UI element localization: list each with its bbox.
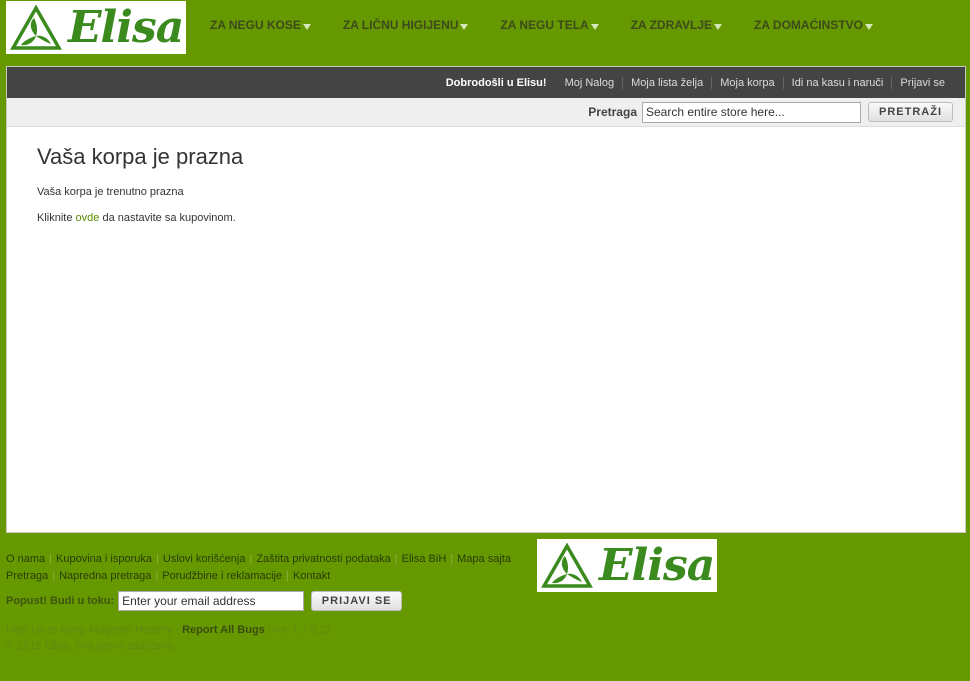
search-button[interactable]: PRETRAŽI <box>868 102 953 122</box>
search-input[interactable] <box>642 101 861 123</box>
continue-shopping-text: Kliknite ovde da nastavite sa kupovinom. <box>37 212 236 224</box>
footer-link-orders-returns[interactable]: Porudžbine i reklamacije <box>162 570 282 582</box>
nav-item-label: ZA LIČNU HIGIJENU <box>342 18 459 32</box>
nav-item-label: ZA NEGU TELA <box>500 18 589 32</box>
footer-links-row: Pretraga | Napredna pretraga | Porudžbine i … <box>6 570 331 582</box>
search-label: Pretraga <box>588 105 637 119</box>
main-panel: Dobrodošli u Elisu! Moj Nalog Moja lista… <box>6 66 966 533</box>
nav-item-body-care[interactable]: ZA NEGU TELA <box>500 18 600 32</box>
dropdown-arrow-icon <box>302 23 311 30</box>
footer-link-shipping[interactable]: Kupovina i isporuka <box>56 553 152 565</box>
continue-shopping-link[interactable]: ovde <box>76 212 100 224</box>
copyright: © 2015 Elisa. Sva prava zadržana. <box>6 640 176 652</box>
wishlist-link[interactable]: Moja lista želja <box>622 76 711 89</box>
dropdown-arrow-icon <box>460 23 469 30</box>
footer-link-advanced-search[interactable]: Napredna pretraga <box>59 570 151 582</box>
newsletter-label: Popust! Budi u toku: <box>6 595 115 607</box>
cart-content: Vaša korpa je prazna Vaša korpa je trenu… <box>7 127 965 255</box>
dropdown-arrow-icon <box>714 23 723 30</box>
dropdown-arrow-icon <box>590 23 599 30</box>
report-bugs-link[interactable]: Report All Bugs <box>182 624 265 636</box>
newsletter-subscribe-button[interactable]: PRIJAVI SE <box>311 591 403 611</box>
footer-logo: Elisa <box>537 539 717 592</box>
welcome-message: Dobrodošli u Elisu! <box>445 76 547 89</box>
footer-link-terms[interactable]: Uslovi korišćenja <box>163 553 246 565</box>
logo-wordmark: Elisa <box>599 539 715 591</box>
footer-link-contact[interactable]: Kontakt <box>293 570 330 582</box>
elisa-logo-icon <box>541 542 593 588</box>
nav-item-label: ZA DOMAĆINSTVO <box>754 18 863 32</box>
nav-item-personal-hygiene[interactable]: ZA LIČNU HIGIJENU <box>343 18 471 32</box>
my-cart-link[interactable]: Moja korpa <box>711 76 782 89</box>
newsletter-email-input[interactable] <box>118 591 305 611</box>
footer-links-row: O nama | Kupovina i isporuka | Uslovi korišć… <box>6 553 511 565</box>
empty-cart-message: Vaša korpa je trenutno prazna <box>37 186 184 198</box>
nav-item-label: ZA NEGU KOSE <box>210 18 301 32</box>
nav-item-health[interactable]: ZA ZDRAVLJE <box>631 18 724 32</box>
page-title: Vaša korpa je prazna <box>37 144 244 169</box>
newsletter-form: Popust! Budi u toku: PRIJAVI SE <box>6 591 403 611</box>
dropdown-arrow-icon <box>864 23 873 30</box>
elisa-logo-icon <box>10 4 62 50</box>
checkout-link[interactable]: Idi na kasu i naruči <box>782 76 892 89</box>
footer-link-sitemap[interactable]: Mapa sajta <box>457 553 511 565</box>
footer-link-search[interactable]: Pretraga <box>6 570 48 582</box>
site-logo[interactable]: Elisa <box>6 1 186 54</box>
main-nav: ZA NEGU KOSE ZA LIČNU HIGIJENU ZA NEGU T… <box>204 18 881 32</box>
footer-link-about[interactable]: O nama <box>6 553 45 565</box>
footer-link-elisa-bih[interactable]: Elisa BiH <box>402 553 447 565</box>
footer-links: O nama | Kupovina i isporuka | Uslovi korišć… <box>6 551 521 585</box>
footer-link-privacy[interactable]: Zaštita privatnosti podataka <box>256 553 391 565</box>
nav-item-hair-care[interactable]: ZA NEGU KOSE <box>210 18 313 32</box>
account-bar: Dobrodošli u Elisu! Moj Nalog Moja lista… <box>7 67 965 98</box>
nav-item-household[interactable]: ZA DOMAĆINSTVO <box>754 18 875 32</box>
login-link[interactable]: Prijavi se <box>891 76 953 89</box>
report-bugs-text: Help Us to Keep Magento Healthy - Report… <box>6 624 330 636</box>
logo-wordmark: Elisa <box>68 1 184 53</box>
search-bar: Pretraga PRETRAŽI <box>7 98 965 127</box>
my-account-link[interactable]: Moj Nalog <box>557 77 623 89</box>
nav-item-label: ZA ZDRAVLJE <box>630 18 713 32</box>
